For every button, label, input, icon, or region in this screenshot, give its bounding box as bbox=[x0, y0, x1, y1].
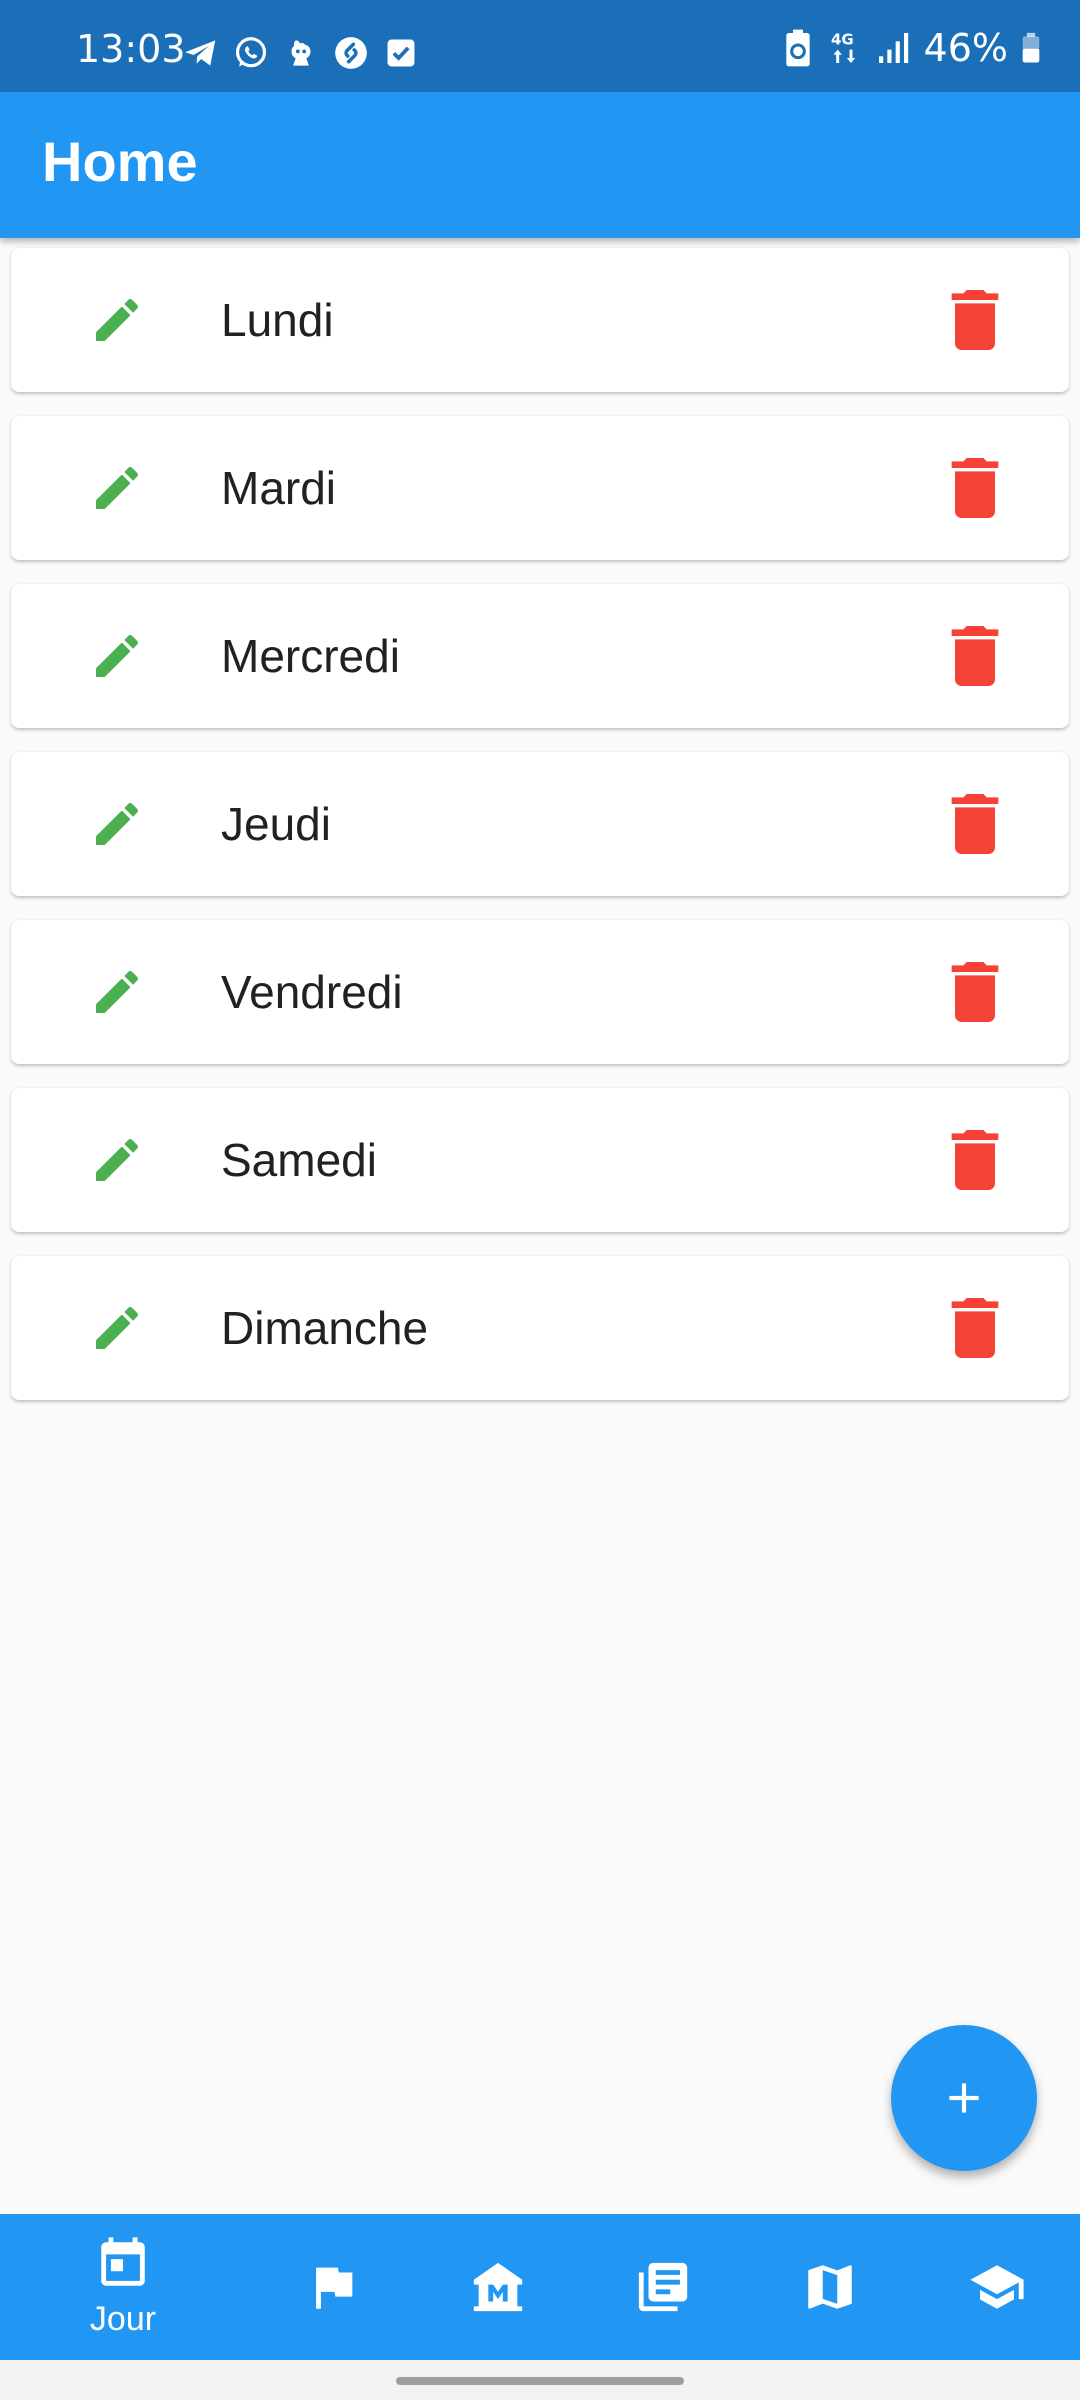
system-navigation-bar bbox=[0, 2360, 1080, 2400]
delete-button[interactable] bbox=[939, 956, 1011, 1028]
museum-icon bbox=[473, 2262, 523, 2312]
school-icon bbox=[970, 2265, 1024, 2309]
trash-icon bbox=[951, 794, 999, 854]
delete-button[interactable] bbox=[939, 1124, 1011, 1196]
calendar-icon bbox=[101, 2237, 145, 2286]
shazam-icon bbox=[335, 37, 367, 69]
nav-label: Jour bbox=[89, 2300, 157, 2338]
nav-item-school[interactable] bbox=[937, 2214, 1057, 2360]
edit-button[interactable] bbox=[81, 1124, 153, 1196]
app-bar: Home bbox=[0, 92, 1080, 238]
delete-button[interactable] bbox=[939, 1292, 1011, 1364]
home-indicator[interactable] bbox=[396, 2377, 684, 2385]
status-bar: 13:03 4G 46% bbox=[0, 0, 1080, 92]
list-item[interactable]: Lundi bbox=[11, 248, 1069, 392]
delete-button[interactable] bbox=[939, 620, 1011, 692]
notification-icons bbox=[182, 34, 420, 72]
day-label: Jeudi bbox=[221, 798, 331, 850]
network-4g-icon: 4G bbox=[831, 31, 855, 63]
library-books-icon bbox=[638, 2262, 688, 2312]
pencil-icon bbox=[96, 1306, 139, 1349]
list-item[interactable]: Mardi bbox=[11, 416, 1069, 560]
delete-button[interactable] bbox=[939, 788, 1011, 860]
nav-item-map[interactable] bbox=[770, 2214, 890, 2360]
nav-item-flag[interactable] bbox=[273, 2214, 393, 2360]
edit-button[interactable] bbox=[81, 284, 153, 356]
edit-button[interactable] bbox=[81, 620, 153, 692]
delete-button[interactable] bbox=[939, 452, 1011, 524]
edit-button[interactable] bbox=[81, 956, 153, 1028]
pencil-icon bbox=[96, 970, 139, 1013]
edit-button[interactable] bbox=[81, 1292, 153, 1364]
duolingo-icon bbox=[291, 40, 311, 66]
trash-icon bbox=[951, 290, 999, 350]
system-status-icons: 4G 46% bbox=[780, 28, 1042, 68]
pencil-icon bbox=[96, 466, 139, 509]
plus-icon bbox=[949, 2083, 979, 2113]
battery-percentage: 46% bbox=[923, 26, 1008, 70]
list-item[interactable]: Samedi bbox=[11, 1088, 1069, 1232]
list-item[interactable]: Vendredi bbox=[11, 920, 1069, 1064]
edit-button[interactable] bbox=[81, 452, 153, 524]
nav-item-jour[interactable]: Jour bbox=[63, 2214, 183, 2360]
day-label: Samedi bbox=[221, 1134, 377, 1186]
svg-text:4G: 4G bbox=[831, 31, 854, 49]
trash-icon bbox=[951, 458, 999, 518]
trash-icon bbox=[951, 626, 999, 686]
pencil-icon bbox=[96, 634, 139, 677]
list-item[interactable]: Mercredi bbox=[11, 584, 1069, 728]
pencil-icon bbox=[96, 298, 139, 341]
page-title: Home bbox=[42, 130, 198, 193]
trash-icon bbox=[951, 962, 999, 1022]
nav-item-museum[interactable] bbox=[438, 2214, 558, 2360]
day-label: Vendredi bbox=[221, 966, 403, 1018]
status-time: 13:03 bbox=[76, 27, 186, 71]
day-label: Mardi bbox=[221, 462, 337, 514]
pencil-icon bbox=[96, 1138, 139, 1181]
tasks-icon bbox=[387, 39, 415, 67]
battery-saver-icon bbox=[785, 29, 810, 67]
add-day-button[interactable] bbox=[891, 2025, 1037, 2171]
signal-icon bbox=[878, 33, 908, 63]
map-icon bbox=[808, 2265, 852, 2309]
trash-icon bbox=[951, 1298, 999, 1358]
day-label: Mercredi bbox=[221, 630, 400, 682]
delete-button[interactable] bbox=[939, 284, 1011, 356]
list-item[interactable]: Dimanche bbox=[11, 1256, 1069, 1400]
edit-button[interactable] bbox=[81, 788, 153, 860]
bottom-navigation: Jour bbox=[0, 2214, 1080, 2360]
whatsapp-icon bbox=[235, 37, 267, 68]
day-label: Lundi bbox=[221, 294, 334, 346]
trash-icon bbox=[951, 1130, 999, 1190]
pencil-icon bbox=[96, 802, 139, 845]
flag-icon bbox=[316, 2267, 353, 2309]
battery-icon bbox=[1022, 32, 1040, 63]
nav-item-library[interactable] bbox=[603, 2214, 723, 2360]
day-label: Dimanche bbox=[221, 1302, 429, 1354]
list-item[interactable]: Jeudi bbox=[11, 752, 1069, 896]
telegram-icon bbox=[185, 40, 216, 66]
